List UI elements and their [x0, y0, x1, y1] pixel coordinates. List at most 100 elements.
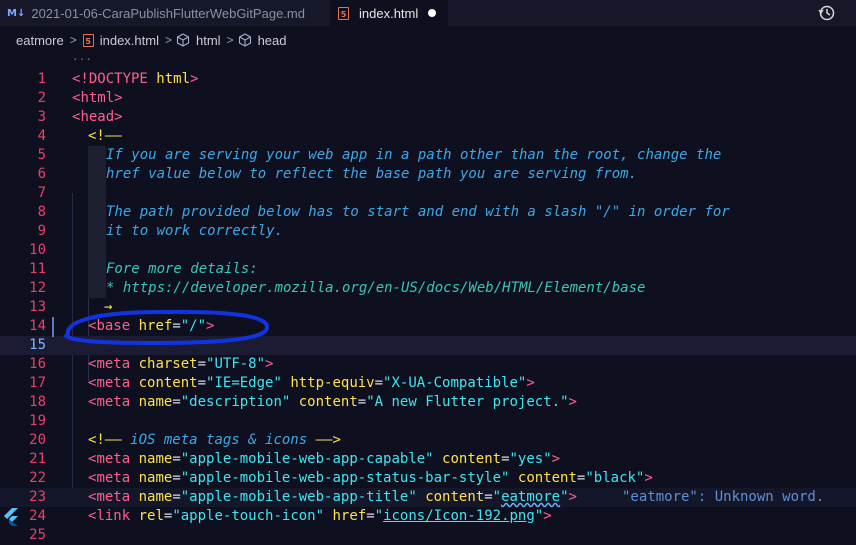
line-number: 17 — [29, 375, 46, 391]
text-cursor — [52, 317, 54, 337]
comment-text: Fore more details: — [106, 261, 258, 277]
string-token: "description" — [180, 394, 291, 410]
code-line: 2 <html> — [0, 89, 856, 108]
line-number: 3 — [37, 109, 46, 125]
history-icon[interactable] — [818, 4, 836, 22]
tag-name-token: meta — [96, 375, 131, 391]
attr-token: http-equiv — [281, 375, 375, 391]
string-token: "UTF-8" — [206, 356, 266, 372]
line-number: 21 — [29, 451, 46, 467]
attr-token: charset — [130, 356, 198, 372]
tag-name-token: meta — [96, 451, 131, 467]
tag-close-token: > — [568, 489, 577, 505]
line-number: 15 — [29, 337, 46, 353]
line-number: 9 — [37, 223, 46, 239]
line-number: 13 — [29, 299, 46, 315]
chevron-right-icon: > — [69, 33, 77, 47]
line-number: 1 — [37, 71, 46, 87]
attr-token: content — [433, 451, 502, 467]
code-line: 3 <head> — [0, 108, 856, 127]
tag-close-token: > — [114, 90, 123, 106]
tag-close-token: > — [543, 508, 552, 524]
markdown-icon: M↓ — [7, 7, 26, 19]
code-line: 19 — [0, 412, 856, 431]
tag-name-token: meta — [96, 470, 131, 486]
attr-token: content — [509, 470, 577, 486]
code-line: 10 — [0, 241, 856, 260]
breadcrumb: eatmore > 5 index.html > html > head — [0, 26, 856, 54]
code-line: 25 — [0, 526, 856, 545]
breadcrumb-head[interactable]: head — [258, 33, 287, 48]
code-line: 1 <!DOCTYPE html> — [0, 70, 856, 89]
line-number: 4 — [37, 128, 46, 144]
string-token: "yes" — [509, 451, 552, 467]
string-token: "A new Flutter project." — [366, 394, 569, 410]
comment-text: it to work correctly. — [106, 223, 284, 239]
symbol-cube-icon — [176, 33, 190, 47]
string-token: "apple-mobile-web-app-status-bar-style" — [180, 470, 510, 486]
equals-token: = — [484, 489, 493, 505]
comment-text: href value below to reflect the base pat… — [106, 166, 638, 182]
html5-icon: 5 — [82, 33, 94, 47]
spellcheck-diagnostic: "eatmore": Unknown word. — [622, 489, 825, 505]
indent-band — [88, 241, 106, 260]
breadcrumb-html[interactable]: html — [196, 33, 221, 48]
code-line-current[interactable]: 15 — [0, 336, 856, 355]
equals-token: = — [172, 318, 181, 334]
tag-close-token: > — [551, 451, 561, 467]
doctype-html-token: html — [156, 71, 191, 87]
indent-band — [88, 184, 106, 203]
code-line: 24 <link rel="apple-touch-icon" href="ic… — [0, 507, 856, 526]
code-line: 7 — [0, 184, 856, 203]
code-line: 21 <meta name="apple-mobile-web-app-capa… — [0, 450, 856, 469]
chevron-right-icon: > — [164, 33, 172, 47]
string-token: " — [374, 508, 384, 524]
indent-band — [88, 146, 106, 165]
line-number: 2 — [37, 90, 46, 106]
sticky-scroll-ellipsis: ... — [72, 50, 92, 63]
tab-index-html[interactable]: 5 index.html — [330, 0, 448, 26]
equals-token: = — [172, 470, 181, 486]
misspelled-word[interactable]: eatmore — [501, 489, 560, 505]
chevron-right-icon: > — [226, 33, 234, 47]
equals-token: = — [197, 356, 207, 372]
tab-markdown-file[interactable]: M↓ 2021-01-06-CaraPublishFlutterWebGitPa… — [0, 0, 330, 26]
line-number: 18 — [29, 394, 46, 410]
tag-name-token: meta — [96, 394, 131, 410]
link-path[interactable]: icons/Icon-192.png — [383, 508, 535, 524]
comment-text: If you are serving your web app in a pat… — [106, 147, 722, 163]
unsaved-dot-icon[interactable] — [428, 9, 437, 17]
attr-token: content — [416, 489, 485, 505]
comment-open-token: <!—— — [88, 128, 122, 144]
line-number: 8 — [37, 204, 46, 220]
tag-close-token: > — [568, 394, 577, 410]
equals-token: = — [197, 375, 207, 391]
code-line: 12 * https://developer.mozilla.org/en-US… — [0, 279, 856, 298]
code-line: 5 If you are serving your web app in a p… — [0, 146, 856, 165]
string-token: "apple-mobile-web-app-title" — [180, 489, 417, 505]
tag-close-token: > — [206, 318, 215, 334]
code-line: 18 <meta name="description" content="A n… — [0, 393, 856, 412]
equals-token: = — [172, 489, 181, 505]
tag-name-token: link — [96, 508, 131, 524]
code-line: 23 <meta name="apple-mobile-web-app-titl… — [0, 488, 856, 507]
line-number: 7 — [37, 185, 46, 201]
comment-link[interactable]: * https://developer.mozilla.org/en-US/do… — [106, 279, 645, 298]
flutter-icon[interactable] — [3, 508, 19, 526]
attr-token: name — [130, 489, 173, 505]
string-token: "IE=Edge" — [206, 375, 282, 391]
code-line: 6 href value below to reflect the base p… — [0, 165, 856, 184]
line-number: 23 — [29, 489, 46, 505]
line-number: 19 — [29, 413, 46, 429]
breadcrumb-folder[interactable]: eatmore — [16, 33, 64, 48]
tag-name-token: meta — [96, 489, 131, 505]
code-editor[interactable]: 1 <!DOCTYPE html> 2 <html> 3 <head> 4 <!… — [0, 68, 856, 545]
attr-token: content — [290, 394, 358, 410]
tab-label: 2021-01-06-CaraPublishFlutterWebGitPage.… — [31, 5, 305, 21]
line-number: 6 — [37, 166, 46, 182]
string-token: "black" — [585, 470, 645, 486]
equals-token: = — [374, 375, 384, 391]
breadcrumb-file[interactable]: index.html — [100, 33, 159, 48]
line-number: 20 — [29, 432, 46, 448]
equals-token: = — [366, 508, 375, 524]
